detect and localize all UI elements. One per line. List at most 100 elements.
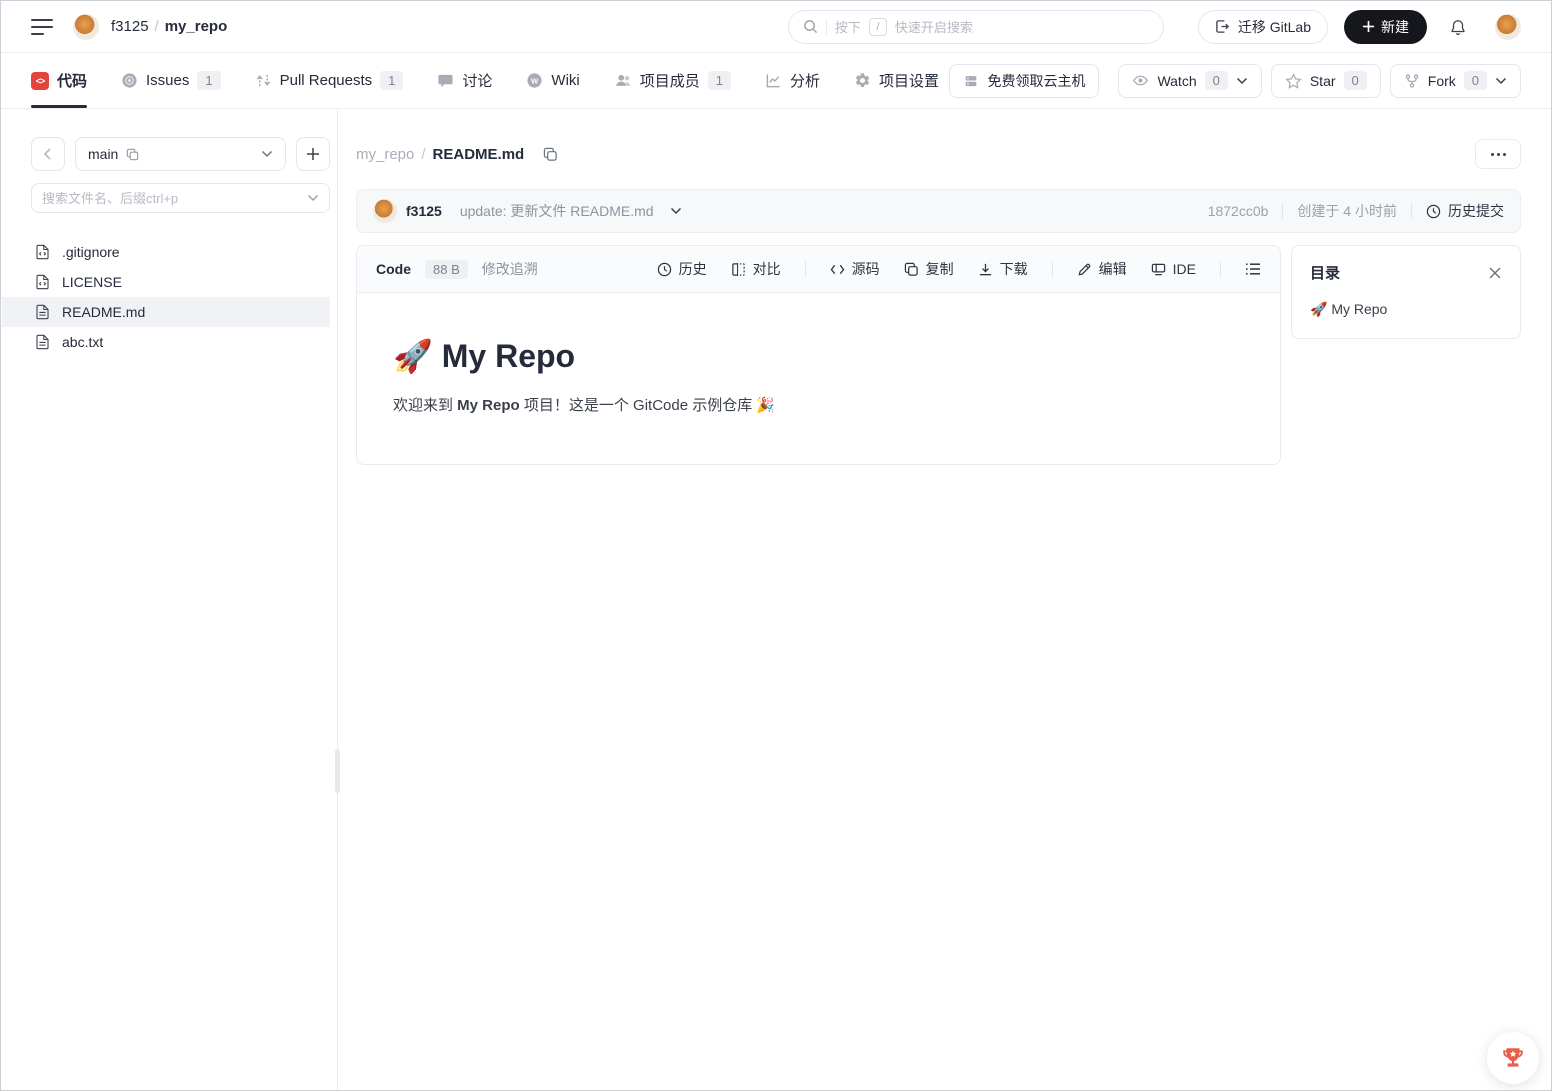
watch-eye-icon — [1132, 73, 1149, 88]
close-icon[interactable] — [1488, 266, 1502, 280]
watch-button[interactable]: Watch 0 — [1118, 64, 1261, 98]
free-cloud-host-button[interactable]: 免费领取云主机 — [949, 64, 1099, 98]
divider — [1220, 261, 1221, 277]
toc-item-my-repo[interactable]: 🚀 My Repo — [1310, 301, 1502, 318]
history-button[interactable]: 历史 — [657, 259, 707, 279]
list-icon — [1245, 262, 1261, 276]
copy-icon — [904, 262, 919, 277]
tab-settings-label: 项目设置 — [879, 70, 939, 91]
gitcode-repo-page: f3125 / my_repo 按下 / 快速开启搜索 迁移 GitLab 新建 — [0, 0, 1552, 1091]
file-row-abc-txt[interactable]: abc.txt — [2, 327, 330, 357]
tab-settings[interactable]: 项目设置 — [854, 53, 939, 108]
tab-wiki-label: Wiki — [551, 72, 579, 89]
file-toolbar-left: Code 88 B 修改追溯 — [376, 259, 538, 279]
breadcrumb-repo-link[interactable]: my_repo — [356, 146, 414, 163]
download-icon — [978, 262, 993, 277]
branch-name: main — [88, 146, 118, 162]
copy-path-icon[interactable] — [543, 147, 558, 162]
watch-label: Watch — [1157, 73, 1196, 89]
code-tab-icon: <> — [31, 72, 49, 90]
file-toolbar: Code 88 B 修改追溯 历史 — [357, 246, 1280, 293]
repo-owner-avatar[interactable] — [73, 14, 99, 40]
file-search-box — [31, 183, 330, 213]
new-button-label: 新建 — [1381, 17, 1409, 37]
tab-code[interactable]: <> 代码 — [31, 53, 87, 108]
fork-button[interactable]: Fork 0 — [1390, 64, 1521, 98]
pull-request-icon — [255, 72, 272, 89]
file-row-license[interactable]: LICENSE — [2, 267, 330, 297]
branch-selector[interactable]: main — [75, 137, 286, 171]
header-repo-link[interactable]: my_repo — [165, 18, 228, 35]
commit-history-link[interactable]: 历史提交 — [1426, 201, 1504, 221]
tab-members[interactable]: 项目成员 1 — [614, 53, 731, 108]
watch-count-badge: 0 — [1205, 71, 1228, 90]
global-search-input[interactable]: 按下 / 快速开启搜索 — [788, 10, 1164, 44]
commit-hash[interactable]: 1872cc0b — [1208, 203, 1269, 219]
blame-tab[interactable]: 修改追溯 — [482, 259, 538, 279]
collapse-sidebar-button[interactable] — [31, 137, 65, 171]
toc-toggle-button[interactable] — [1245, 262, 1261, 276]
members-count-badge: 1 — [708, 71, 731, 90]
tab-discussions[interactable]: 讨论 — [437, 53, 492, 108]
star-count-badge: 0 — [1344, 71, 1367, 90]
chevron-down-icon[interactable] — [670, 207, 682, 215]
new-button[interactable]: 新建 — [1344, 10, 1427, 44]
commit-author-avatar[interactable] — [373, 199, 397, 223]
commit-message[interactable]: update: 更新文件 README.md — [460, 201, 654, 221]
file-panel: Code 88 B 修改追溯 历史 — [356, 245, 1281, 465]
ide-label: IDE — [1173, 261, 1196, 277]
svg-text:W: W — [531, 76, 539, 85]
compare-button[interactable]: 对比 — [731, 259, 781, 279]
header-user-link[interactable]: f3125 — [111, 18, 149, 35]
toc-header: 目录 — [1310, 262, 1502, 283]
file-size-badge: 88 B — [425, 260, 468, 279]
more-actions-button[interactable] — [1475, 139, 1521, 169]
toc-title: 目录 — [1310, 262, 1340, 283]
rewards-fab[interactable] — [1487, 1032, 1539, 1084]
hamburger-menu-icon[interactable] — [31, 19, 53, 35]
file-row-gitignore[interactable]: .gitignore — [2, 237, 330, 267]
ide-button[interactable]: IDE — [1151, 261, 1196, 277]
edit-button[interactable]: 编辑 — [1077, 259, 1127, 279]
readme-content: 🚀 My Repo 欢迎来到 My Repo 项目！这是一个 GitCode 示… — [357, 293, 1280, 464]
download-button[interactable]: 下载 — [978, 259, 1028, 279]
divider — [805, 261, 806, 277]
copy-label: 复制 — [926, 259, 954, 279]
slash-key-hint: / — [869, 18, 887, 36]
repo-tabs: <> 代码 Issues 1 Pull Requests 1 — [31, 53, 939, 108]
chevron-down-icon — [1495, 77, 1507, 85]
clock-icon — [1426, 204, 1441, 219]
tab-analytics-label: 分析 — [790, 70, 820, 91]
source-button[interactable]: 源码 — [830, 259, 880, 279]
tab-analytics[interactable]: 分析 — [765, 53, 820, 108]
trophy-icon — [1500, 1045, 1526, 1071]
search-divider — [826, 19, 827, 35]
doc-file-icon — [35, 334, 50, 350]
code-file-icon — [35, 274, 50, 290]
chevron-down-icon[interactable] — [307, 194, 319, 202]
file-search-input[interactable] — [42, 191, 307, 206]
tab-pull-requests[interactable]: Pull Requests 1 — [255, 53, 404, 108]
star-button[interactable]: Star 0 — [1271, 64, 1381, 98]
star-label: Star — [1310, 73, 1336, 89]
file-name: LICENSE — [62, 274, 122, 290]
file-list: .gitignore LICENSE README.md — [2, 237, 330, 357]
top-bar: f3125 / my_repo 按下 / 快速开启搜索 迁移 GitLab 新建 — [1, 1, 1551, 53]
add-file-button[interactable] — [296, 137, 330, 171]
migrate-gitlab-button[interactable]: 迁移 GitLab — [1198, 10, 1328, 44]
current-user-avatar[interactable] — [1495, 14, 1521, 40]
notifications-bell-icon[interactable] — [1449, 18, 1467, 36]
commit-author-name[interactable]: f3125 — [406, 203, 442, 219]
file-view-main: my_repo / README.md f3125 update: 更新文件 R… — [338, 109, 1551, 1091]
breadcrumb: my_repo / README.md — [356, 146, 558, 163]
doc-file-icon — [35, 304, 50, 320]
issues-count-badge: 1 — [197, 71, 220, 90]
tab-issues[interactable]: Issues 1 — [121, 53, 221, 108]
code-view-tab[interactable]: Code — [376, 261, 411, 277]
wiki-icon: W — [526, 72, 543, 89]
copy-branch-icon[interactable] — [126, 148, 139, 161]
copy-content-button[interactable]: 复制 — [904, 259, 954, 279]
tab-wiki[interactable]: W Wiki — [526, 53, 579, 108]
sidebar-resize-handle[interactable] — [335, 749, 340, 793]
file-row-readme[interactable]: README.md — [2, 297, 330, 327]
